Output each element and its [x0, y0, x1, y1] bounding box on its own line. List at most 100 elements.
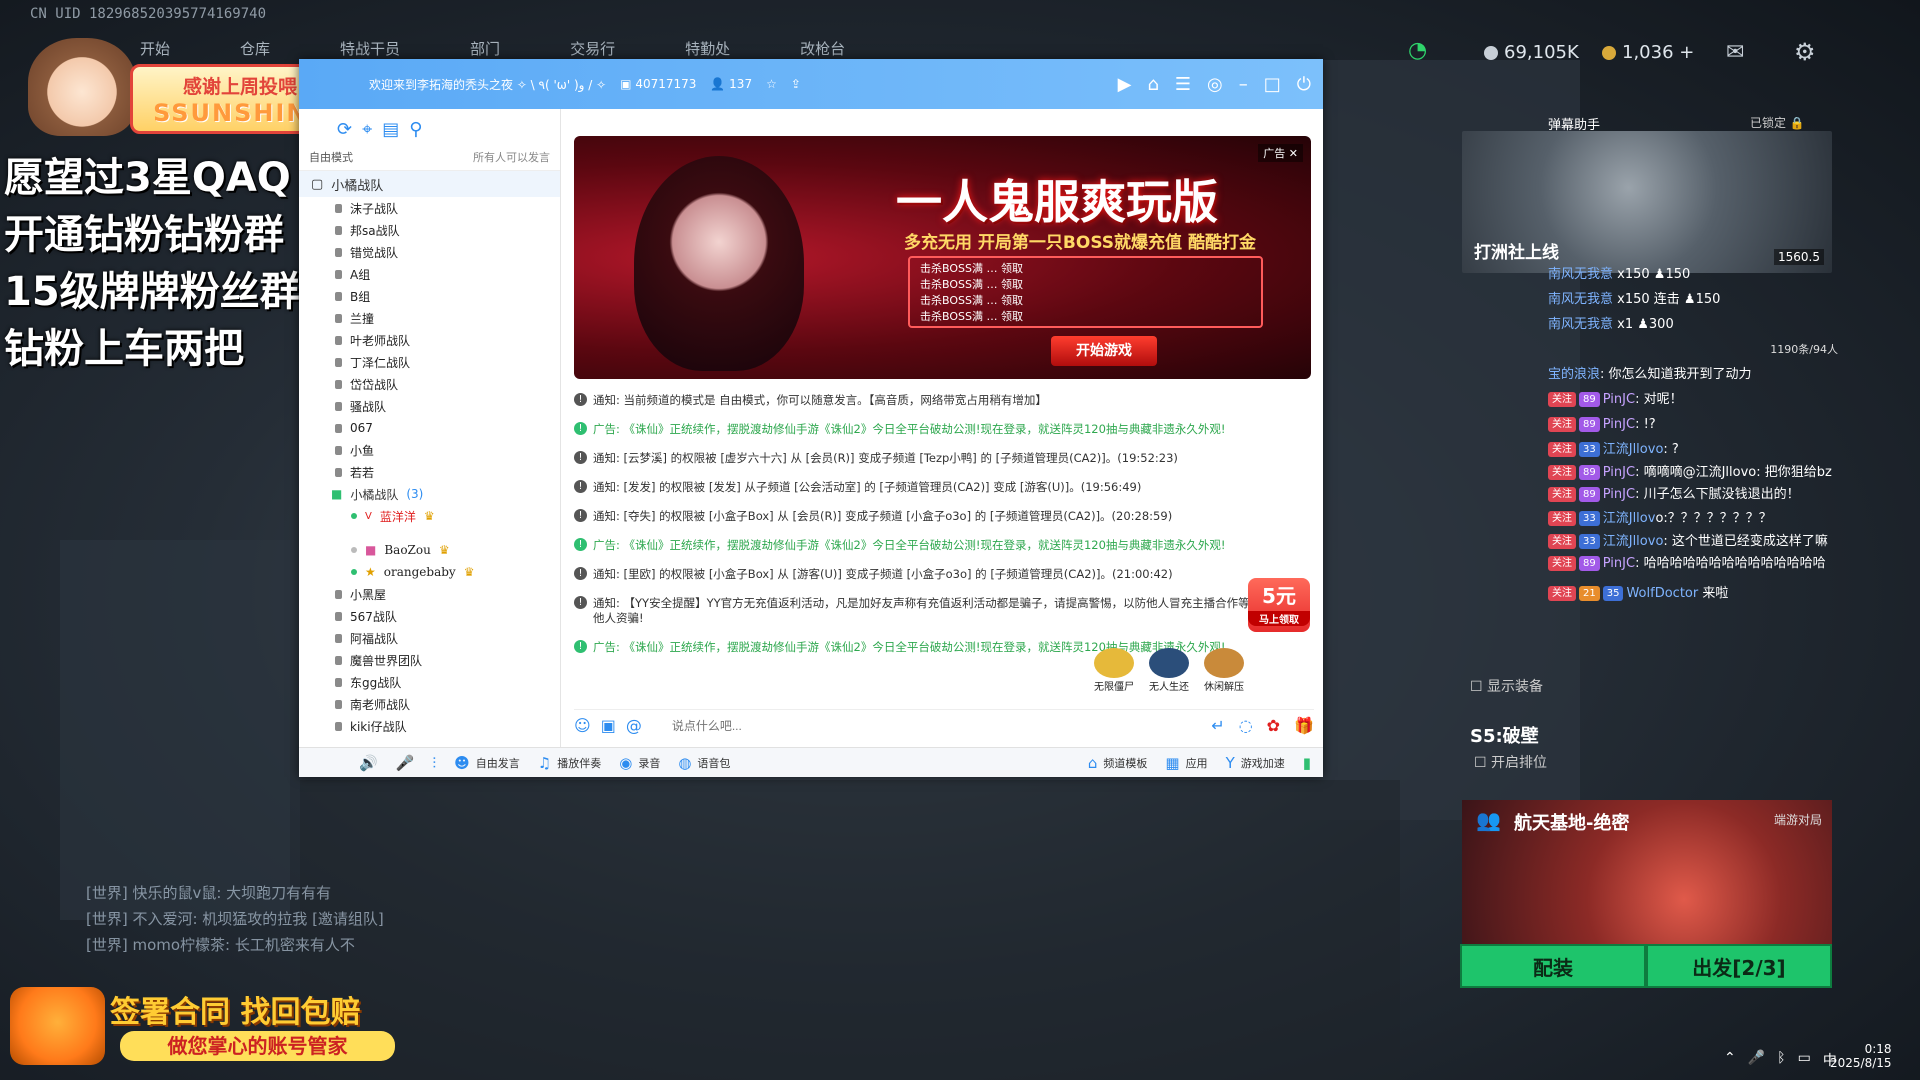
red-packet[interactable]: 5元 马上领取	[1248, 578, 1310, 632]
mini-game[interactable]: 无限僵尸	[1085, 648, 1143, 693]
speaker-icon[interactable]: 🔊	[359, 754, 378, 772]
channel-item[interactable]: A组	[299, 263, 560, 285]
gamepad-icon[interactable]: ◎	[1207, 74, 1223, 95]
nav-department[interactable]: 部门	[470, 38, 500, 59]
follow-badge[interactable]: 关注	[1548, 534, 1576, 549]
ad-message[interactable]: ! 广告: 《诛仙》正统续作，摆脱渡劫修仙手游《诛仙2》今日全平台破劫公测!现在登…	[574, 422, 1302, 437]
at-icon[interactable]: @	[626, 716, 642, 735]
power-icon[interactable]: ⏻	[1297, 74, 1311, 95]
gold-counter[interactable]: 1,036 +	[1602, 42, 1694, 63]
ad-message[interactable]: ! 广告: 《诛仙》正统续作，摆脱渡劫修仙手游《诛仙2》今日全平台破劫公测!现在登…	[574, 538, 1302, 553]
search-icon[interactable]: ⚲	[409, 119, 422, 140]
nav-market[interactable]: 交易行	[570, 38, 615, 59]
clock[interactable]: 0:18 2025/8/15	[1830, 1042, 1892, 1070]
image-icon[interactable]: ▣	[601, 716, 616, 735]
flower-icon[interactable]: ✿	[1267, 716, 1280, 735]
send-icon[interactable]: ↵	[1211, 716, 1224, 735]
follow-badge[interactable]: 关注	[1548, 556, 1576, 571]
accompany-button[interactable]: ♫ 播放伴奏	[538, 754, 601, 772]
user-item[interactable]: ■ BaoZou ♛	[299, 539, 560, 561]
channel-item[interactable]: 小黑屋	[299, 583, 560, 605]
channel-item[interactable]: 067	[299, 417, 560, 439]
channel-item[interactable]: 邦sa战队	[299, 219, 560, 241]
free-speak-button[interactable]: ☻ 自由发言	[454, 754, 520, 772]
channel-item[interactable]: kiki仔战队	[299, 715, 560, 737]
locked-label[interactable]: 已锁定 🔒	[1750, 114, 1805, 131]
share-icon[interactable]: ⇪	[791, 77, 801, 91]
maximize-icon[interactable]: □	[1264, 74, 1281, 95]
emoji-icon[interactable]: ☺	[574, 716, 591, 735]
network-icon[interactable]: ▭	[1798, 1050, 1811, 1070]
channel-item[interactable]: 叶老师战队	[299, 329, 560, 351]
mic-icon[interactable]: 🎤	[396, 754, 415, 772]
favorite-icon[interactable]: ☆	[766, 77, 777, 91]
anime-avatar	[28, 38, 136, 136]
voice-pack-button[interactable]: ◍ 语音包	[678, 754, 730, 772]
mini-game[interactable]: 无人生还	[1140, 648, 1198, 693]
user-item[interactable]: V 蓝洋洋 ♛	[299, 505, 560, 527]
channel-item[interactable]: 南老师战队	[299, 693, 560, 715]
show-equip-toggle[interactable]: ☐ 显示装备	[1470, 676, 1543, 696]
lock-icon	[335, 467, 342, 477]
mode-select[interactable]: 自由模式	[309, 149, 353, 170]
nav-operators[interactable]: 特战干员	[340, 38, 400, 59]
message-input[interactable]	[671, 718, 1032, 733]
gift-box-icon[interactable]: 🎁	[1294, 716, 1314, 735]
follow-badge[interactable]: 关注	[1548, 417, 1576, 432]
ad-banner[interactable]: 广告 ✕ 一人鬼服爽玩版 多充无用 开局第一只BOSS就爆充值 酷酷打金 击杀B…	[574, 136, 1311, 379]
refresh-icon[interactable]: ⟳	[337, 119, 352, 140]
home-icon[interactable]: ⌂	[1147, 74, 1158, 95]
minimize-icon[interactable]: –	[1239, 74, 1248, 95]
bubble-icon[interactable]: ◌	[1239, 716, 1253, 735]
map-card[interactable]: 👥 航天基地-绝密 端游对局	[1462, 800, 1832, 953]
channel-item[interactable]: 若若	[299, 461, 560, 483]
ad-tag[interactable]: 广告 ✕	[1258, 144, 1303, 162]
channel-item[interactable]: 小鱼	[299, 439, 560, 461]
video-icon[interactable]: ▶	[1118, 74, 1132, 95]
rank-toggle[interactable]: ☐ 开启排位	[1474, 752, 1547, 772]
settings-icon[interactable]: ⚙	[1794, 38, 1816, 66]
follow-badge[interactable]: 关注	[1548, 586, 1576, 601]
mini-game[interactable]: 休闲解压	[1195, 648, 1253, 693]
nav-gunsmith[interactable]: 改枪台	[800, 38, 845, 59]
bluetooth-icon[interactable]: ᛒ	[1777, 1050, 1785, 1070]
nav-start[interactable]: 开始	[140, 38, 170, 59]
mic-tray-icon[interactable]: 🎤	[1748, 1050, 1765, 1070]
channel-item[interactable]: 错觉战队	[299, 241, 560, 263]
channel-item[interactable]: 丁泽仁战队	[299, 351, 560, 373]
follow-badge[interactable]: 关注	[1548, 487, 1576, 502]
channel-item[interactable]: 沫子战队	[299, 197, 560, 219]
user-item[interactable]: ★ orangebaby ♛	[299, 561, 560, 583]
depart-button[interactable]: 出发[2/3]	[1646, 944, 1832, 988]
start-game-button[interactable]: 开始游戏	[1051, 336, 1157, 366]
nav-warehouse[interactable]: 仓库	[240, 38, 270, 59]
channel-item[interactable]: 东gg战队	[299, 671, 560, 693]
mixer-icon[interactable]: ⫶	[432, 754, 436, 772]
chat-text: x1 ♟300	[1617, 317, 1674, 332]
channel-item[interactable]: 岱岱战队	[299, 373, 560, 395]
template-button[interactable]: ⌂ 频道模板	[1088, 754, 1148, 772]
equip-button[interactable]: 配装	[1460, 944, 1646, 988]
follow-badge[interactable]: 关注	[1548, 392, 1576, 407]
nav-special[interactable]: 特勤处	[685, 38, 730, 59]
open-channel-group[interactable]: ■ 小橘战队 (3)	[299, 483, 560, 505]
channel-item[interactable]: 骚战队	[299, 395, 560, 417]
accelerate-button[interactable]: Y 游戏加速	[1226, 754, 1285, 772]
root-channel[interactable]: ▢ 小橘战队	[299, 171, 560, 197]
channel-item[interactable]: 魔兽世界团队	[299, 649, 560, 671]
apps-button[interactable]: ▦ 应用	[1165, 754, 1207, 772]
channel-item[interactable]: 567战队	[299, 605, 560, 627]
list-icon[interactable]: ☰	[1175, 74, 1191, 95]
follow-badge[interactable]: 关注	[1548, 442, 1576, 457]
notes-icon[interactable]: ▤	[382, 119, 399, 140]
vip-icon: V	[365, 510, 372, 522]
mail-icon[interactable]: ✉	[1726, 40, 1744, 65]
follow-badge[interactable]: 关注	[1548, 465, 1576, 480]
chevron-up-icon[interactable]: ⌃	[1724, 1050, 1736, 1070]
location-icon[interactable]: ⌖	[362, 119, 372, 140]
record-button[interactable]: ◉ 录音	[619, 754, 660, 772]
follow-badge[interactable]: 关注	[1548, 511, 1576, 526]
channel-item[interactable]: 阿福战队	[299, 627, 560, 649]
channel-item[interactable]: B组	[299, 285, 560, 307]
channel-item[interactable]: 兰撞	[299, 307, 560, 329]
